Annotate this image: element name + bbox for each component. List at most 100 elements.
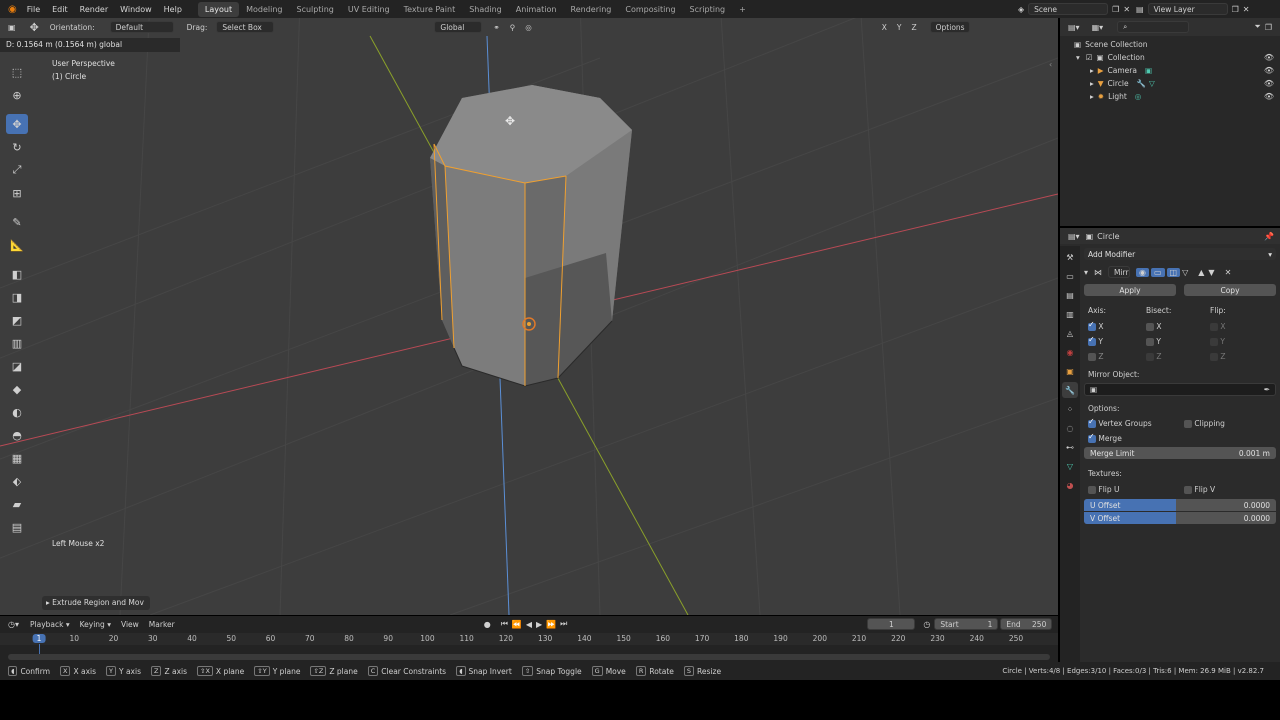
- properties-editor-icon[interactable]: ▤▾: [1060, 232, 1086, 241]
- display-mode-icon[interactable]: ▦▾: [1086, 23, 1110, 32]
- outliner-collection[interactable]: ▾ ☑ ▣ Collection 👁: [1060, 51, 1280, 64]
- view-layer-selector[interactable]: View Layer: [1147, 3, 1228, 15]
- modifier-tab-icon[interactable]: 🔧: [1062, 382, 1078, 398]
- tool-tab-icon[interactable]: ⚒: [1062, 249, 1078, 265]
- add-workspace-icon[interactable]: +: [732, 2, 753, 17]
- visibility-eye-icon[interactable]: 👁: [1264, 53, 1274, 62]
- visibility-eye-icon[interactable]: 👁: [1264, 92, 1274, 101]
- constraints-tab-icon[interactable]: ⊷: [1062, 439, 1078, 455]
- timeline-editor-icon[interactable]: ◷▾: [0, 620, 25, 629]
- transform-orientation-dropdown[interactable]: Global: [434, 21, 483, 33]
- flip-y-toggle[interactable]: Y: [1210, 337, 1225, 346]
- rotate-tool-icon[interactable]: ↻: [6, 137, 28, 157]
- visibility-eye-icon[interactable]: 👁: [1264, 66, 1274, 75]
- loop-cut-tool-icon[interactable]: ▥: [6, 333, 28, 353]
- menu-help[interactable]: Help: [158, 5, 188, 14]
- playback-menu[interactable]: Playback ▾: [25, 620, 75, 629]
- prev-keyframe-icon[interactable]: ⏪: [512, 620, 522, 629]
- outliner-item-camera[interactable]: ▸ ▶ Camera ▣ 👁: [1060, 64, 1280, 77]
- oncage-icon[interactable]: ▽: [1182, 268, 1188, 277]
- menu-file[interactable]: File: [21, 5, 46, 14]
- vertex-groups-toggle[interactable]: Vertex Groups: [1084, 417, 1184, 428]
- outliner-item-light[interactable]: ▸ ✹ Light ◎ 👁: [1060, 90, 1280, 103]
- tab-layout[interactable]: Layout: [197, 1, 240, 17]
- shrink-fatten-tool-icon[interactable]: ⬖: [6, 471, 28, 491]
- sidebar-toggle-icon[interactable]: ‹: [1049, 60, 1052, 69]
- start-frame-field[interactable]: Start 1: [934, 618, 999, 630]
- output-tab-icon[interactable]: ▤: [1062, 287, 1078, 303]
- outliner-item-circle[interactable]: ▸ ▼ Circle 🔧 ▽ 👁: [1060, 77, 1280, 90]
- eyedropper-icon[interactable]: ✒: [1264, 385, 1270, 394]
- bisect-y-toggle[interactable]: Y: [1146, 337, 1210, 346]
- material-tab-icon[interactable]: ◕: [1062, 477, 1078, 493]
- snap-icon[interactable]: ⚲: [505, 23, 521, 32]
- play-icon[interactable]: ▶: [536, 620, 542, 629]
- editmode-icon[interactable]: ◫: [1166, 267, 1181, 277]
- end-frame-field[interactable]: End 250: [1000, 618, 1053, 630]
- object-tab-icon[interactable]: ▣: [1062, 363, 1078, 379]
- operator-panel[interactable]: ▸ Extrude Region and Mov: [42, 596, 150, 610]
- tab-animation[interactable]: Animation: [509, 2, 564, 17]
- checkbox-icon[interactable]: ☑: [1086, 53, 1093, 62]
- new-collection-icon[interactable]: ❐: [1265, 23, 1280, 32]
- proportional-edit-icon[interactable]: ◎: [520, 23, 537, 32]
- move-tool-icon[interactable]: ✥: [6, 114, 28, 134]
- particles-tab-icon[interactable]: ⁘: [1062, 401, 1078, 417]
- clipping-toggle[interactable]: Clipping: [1184, 419, 1225, 428]
- mirror-object-field[interactable]: ▣ ✒: [1084, 383, 1276, 396]
- pin-icon[interactable]: 📌: [1264, 232, 1280, 241]
- scale-tool-icon[interactable]: ⤢: [6, 160, 28, 180]
- record-icon[interactable]: ●: [484, 620, 491, 629]
- scene-selector[interactable]: Scene: [1028, 3, 1109, 15]
- tab-texture-paint[interactable]: Texture Paint: [397, 2, 463, 17]
- expand-arrow-icon[interactable]: ▾: [1076, 53, 1080, 62]
- realtime-icon[interactable]: ▭: [1150, 267, 1165, 277]
- expand-arrow-icon[interactable]: ▸: [1090, 66, 1094, 75]
- collapse-arrow-icon[interactable]: ▾: [1084, 268, 1094, 277]
- flip-u-toggle[interactable]: Flip U: [1084, 485, 1184, 494]
- outliner-scene-collection[interactable]: ▣ Scene Collection: [1060, 38, 1280, 51]
- view-layer-icon[interactable]: ▤: [1136, 5, 1144, 14]
- flip-v-toggle[interactable]: Flip V: [1184, 485, 1215, 494]
- expand-arrow-icon[interactable]: ▸: [1090, 79, 1094, 88]
- mirror-axis-z[interactable]: Z: [906, 23, 921, 32]
- move-down-icon[interactable]: ▼: [1208, 268, 1214, 277]
- outliner-editor-icon[interactable]: ▤▾: [1060, 23, 1086, 32]
- spin-tool-icon[interactable]: ◐: [6, 402, 28, 422]
- physics-tab-icon[interactable]: ◌: [1062, 420, 1078, 436]
- axis-x-toggle[interactable]: X: [1084, 320, 1146, 331]
- flip-z-toggle[interactable]: Z: [1210, 352, 1226, 361]
- knife-tool-icon[interactable]: ◪: [6, 356, 28, 376]
- play-reverse-icon[interactable]: ◀: [526, 620, 532, 629]
- clock-icon[interactable]: ◷: [923, 620, 930, 629]
- annotate-tool-icon[interactable]: ✎: [6, 212, 28, 232]
- merge-limit-slider[interactable]: Merge Limit 0.001 m: [1084, 447, 1276, 459]
- extrude-tool-icon[interactable]: ◧: [6, 264, 28, 284]
- pivot-icon[interactable]: ⚭: [488, 23, 504, 32]
- copy-button[interactable]: Copy: [1184, 284, 1276, 296]
- world-tab-icon[interactable]: ◉: [1062, 344, 1078, 360]
- scene-tab-icon[interactable]: ◬: [1062, 325, 1078, 341]
- select-box-tool-icon[interactable]: ⬚: [6, 62, 28, 82]
- axis-y-toggle[interactable]: Y: [1084, 335, 1146, 346]
- tab-uv-editing[interactable]: UV Editing: [341, 2, 397, 17]
- transform-icon[interactable]: ✥: [24, 21, 45, 34]
- cursor-tool-icon[interactable]: ⊕: [6, 85, 28, 105]
- bevel-tool-icon[interactable]: ◩: [6, 310, 28, 330]
- v-offset-slider[interactable]: V Offset 0.0000: [1084, 512, 1276, 524]
- outliner-search-input[interactable]: ⌕: [1117, 21, 1190, 33]
- shear-tool-icon[interactable]: ▰: [6, 494, 28, 514]
- visibility-eye-icon[interactable]: 👁: [1264, 79, 1274, 88]
- orientation-dropdown[interactable]: Default: [109, 21, 174, 33]
- timeline-scrollbar[interactable]: [8, 654, 1050, 660]
- delete-view-layer-icon[interactable]: ✕: [1243, 5, 1250, 14]
- keying-menu[interactable]: Keying ▾: [75, 620, 116, 629]
- next-keyframe-icon[interactable]: ⏩: [546, 620, 556, 629]
- tab-rendering[interactable]: Rendering: [564, 2, 619, 17]
- menu-edit[interactable]: Edit: [46, 5, 74, 14]
- expand-arrow-icon[interactable]: ▸: [1090, 92, 1094, 101]
- menu-render[interactable]: Render: [74, 5, 114, 14]
- render-tab-icon[interactable]: ▭: [1062, 268, 1078, 284]
- blender-logo-icon[interactable]: ◉: [0, 4, 21, 15]
- new-view-layer-icon[interactable]: ❐: [1232, 5, 1239, 14]
